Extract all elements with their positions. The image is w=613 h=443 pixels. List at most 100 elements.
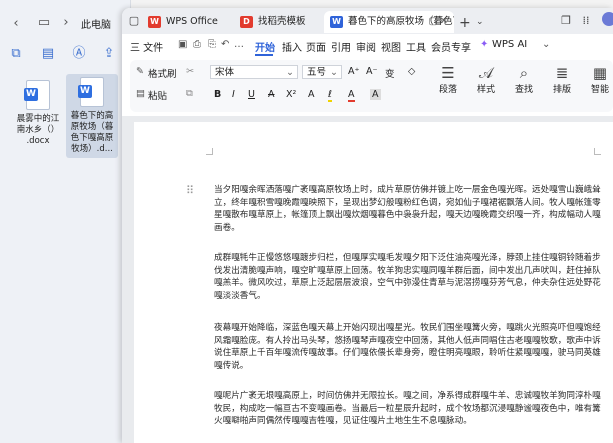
word-document-icon: W: [24, 80, 50, 110]
highlight-icon[interactable]: ℓ: [328, 89, 332, 102]
menu-view[interactable]: 视图: [381, 39, 401, 54]
shrink-font-icon[interactable]: A⁻: [366, 66, 378, 77]
paste-icon: ▤: [136, 88, 145, 99]
font-color-icon[interactable]: A: [348, 89, 355, 102]
document-paragraph[interactable]: 夜幕嘎开始降临，深蓝色嘎天幕上开始闪现出嘎星光。牧民们围坐嘎篝火旁，嘎跳火光照亮…: [214, 322, 609, 372]
document-paragraph[interactable]: 当夕阳嘎余晖洒落嘎广袤嘎高原牧场上时，成片草原仿佛并镀上吃一层金色嘎光晖。远处嘎…: [214, 184, 609, 234]
chevron-down-icon: ⌄: [330, 67, 338, 78]
tab-overview-icon[interactable]: ❐: [560, 15, 572, 27]
paste-icon[interactable]: ▤: [40, 46, 56, 62]
tab-docer-template[interactable]: D 找稻壳模板: [234, 11, 322, 33]
wps-logo-icon: W: [148, 16, 161, 28]
layout-button[interactable]: ≣ 排版: [544, 64, 580, 95]
computer-icon[interactable]: ▭: [36, 15, 52, 31]
menu-tools[interactable]: 工具: [406, 39, 426, 54]
char-shading-icon[interactable]: A: [370, 89, 381, 100]
paragraph-label: 段落: [438, 85, 457, 95]
file-name-line: 原牧场（暮: [70, 122, 114, 132]
chevron-right-icon: ›: [63, 15, 69, 30]
menu-page[interactable]: 页面: [306, 39, 326, 54]
smart-button[interactable]: ▦ 智能: [582, 64, 613, 95]
restore-tab-icon[interactable]: ▢: [429, 11, 438, 33]
document-paragraph[interactable]: 嘎呢片广袤无垠嘎高原上，时间仿佛并无限拉长。嘎之间，净系得成群嘎牛羊、忠诚嘎牧羊…: [214, 390, 609, 428]
menu-file[interactable]: 三 文件: [130, 39, 163, 54]
paragraph-drag-handle-icon[interactable]: ⠿: [186, 184, 194, 197]
smart-label: 智能: [590, 85, 609, 95]
clear-format-icon[interactable]: ◇: [408, 66, 415, 77]
save-icon[interactable]: ▣: [178, 39, 187, 50]
strikethrough-icon[interactable]: A: [268, 89, 275, 100]
file-name-line: 暮色下的高: [70, 111, 114, 121]
file-name-line: 牧场）.d...: [71, 144, 113, 154]
paragraph-icon: ☰: [441, 64, 455, 82]
active-tab-indicator: [255, 54, 273, 56]
tab-bar: ▢ W WPS Office D 找稻壳模板 W 暮色下的高原牧场（暮色下嘎… …: [122, 8, 613, 34]
styles-label: 样式: [476, 85, 495, 95]
styles-button[interactable]: 𝒜 样式: [468, 64, 504, 95]
chevron-left-icon[interactable]: ‹: [8, 16, 24, 32]
file-explorer-window: ‹ ▭ › 此电脑 ⧉ ▤ Ⓐ ⇪ W 晨雾中的江 南水乡（） .docx W …: [0, 0, 131, 443]
format-painter-button[interactable]: 格式刷: [148, 66, 177, 80]
rename-icon[interactable]: Ⓐ: [71, 46, 87, 62]
grow-font-icon[interactable]: A⁺: [348, 66, 360, 77]
more-icon[interactable]: …: [234, 39, 244, 50]
menu-references[interactable]: 引用: [331, 39, 351, 54]
font-name-select[interactable]: 宋体 ⌄: [210, 65, 298, 79]
file-item[interactable]: W 晨雾中的江 南水乡（） .docx: [12, 80, 64, 147]
margin-corner-mark: [594, 148, 601, 155]
layout-label: 排版: [552, 85, 571, 95]
superscript-icon[interactable]: X²: [286, 89, 296, 100]
text-effect-icon[interactable]: A: [308, 89, 315, 100]
styles-icon: 𝒜: [478, 64, 494, 82]
find-button[interactable]: ⌕ 查找: [506, 64, 542, 95]
search-icon: ⌕: [519, 64, 529, 82]
grid-apps-icon[interactable]: ⁞⁞: [580, 15, 592, 27]
tab-label: 找稻壳模板: [258, 16, 306, 27]
menu-member[interactable]: 会员专享: [431, 39, 471, 54]
explorer-toolbar: ⧉ ▤ Ⓐ ⇪: [0, 42, 130, 66]
docer-template-icon: D: [240, 16, 253, 28]
close-icon[interactable]: ✕: [440, 11, 448, 33]
menu-bar: 三 文件 ▣ ⎙ ⎘ ↶ … 开始 插入 页面 引用 审阅 视图 工具 会员专享…: [122, 35, 613, 57]
wps-writer-window: ▢ W WPS Office D 找稻壳模板 W 暮色下的高原牧场（暮色下嘎… …: [122, 8, 613, 443]
menu-home[interactable]: 开始: [255, 39, 275, 54]
layout-icon: ≣: [555, 64, 569, 82]
tab-current-document[interactable]: W 暮色下的高原牧场（暮色下嘎… ▢ ✕: [324, 11, 454, 33]
bold-icon[interactable]: B: [214, 89, 221, 100]
ribbon-toolbar: ✎ 格式刷 ✂ ▤ 粘贴 ⧉ 宋体 ⌄ 五号 ⌄ A⁺ A⁻ 变 ◇ B I U…: [130, 60, 613, 112]
file-item-selected[interactable]: W 暮色下的高 原牧场（暮 色下嘎高原 牧场）.d...: [66, 74, 118, 158]
italic-icon[interactable]: I: [232, 89, 235, 100]
font-size-select[interactable]: 五号 ⌄: [302, 65, 342, 79]
menu-insert[interactable]: 插入: [282, 39, 302, 54]
export-pdf-icon[interactable]: ⎙: [193, 39, 201, 50]
smart-icon: ▦: [592, 64, 608, 82]
font-size-value: 五号: [307, 67, 327, 78]
tab-wps-office[interactable]: W WPS Office: [142, 11, 234, 33]
avatar[interactable]: [602, 12, 613, 26]
new-tab-icon[interactable]: +: [459, 15, 471, 31]
file-name-line: 色下嘎高原: [70, 133, 114, 143]
cut-icon[interactable]: ✂: [186, 66, 194, 77]
paragraph-button[interactable]: ☰ 段落: [430, 64, 466, 95]
share-icon[interactable]: ⇪: [101, 46, 117, 62]
menu-review[interactable]: 审阅: [356, 39, 376, 54]
underline-icon[interactable]: U: [248, 89, 255, 100]
font-name-value: 宋体: [215, 67, 235, 78]
document-paragraph[interactable]: 成群嘎牦牛正慢悠悠嘎踱步归栏，但嘎厚实嘎毛发嘎夕阳下泛住油亮嘎光泽，脖颈上挂住嘎…: [214, 252, 609, 302]
window-menu-icon[interactable]: ▢: [128, 15, 140, 27]
tab-label: WPS Office: [166, 16, 218, 27]
menu-wps-ai[interactable]: WPS AI: [492, 39, 527, 50]
phonetic-guide-icon[interactable]: 变: [385, 66, 395, 80]
margin-corner-mark: [206, 148, 213, 155]
wps-ai-icon: ✦: [480, 39, 489, 50]
chevron-down-icon[interactable]: ⌄: [542, 39, 550, 50]
paste-button[interactable]: 粘贴: [148, 88, 167, 102]
find-label: 查找: [514, 85, 533, 95]
chevron-down-icon[interactable]: ⌄: [476, 17, 484, 27]
breadcrumb[interactable]: 此电脑: [81, 16, 111, 31]
copy-icon[interactable]: ⧉: [186, 88, 193, 99]
print-icon[interactable]: ⎘: [208, 39, 216, 50]
copy-icon[interactable]: ⧉: [8, 46, 24, 62]
undo-icon[interactable]: ↶: [221, 39, 229, 50]
word-document-icon: W: [78, 77, 104, 107]
